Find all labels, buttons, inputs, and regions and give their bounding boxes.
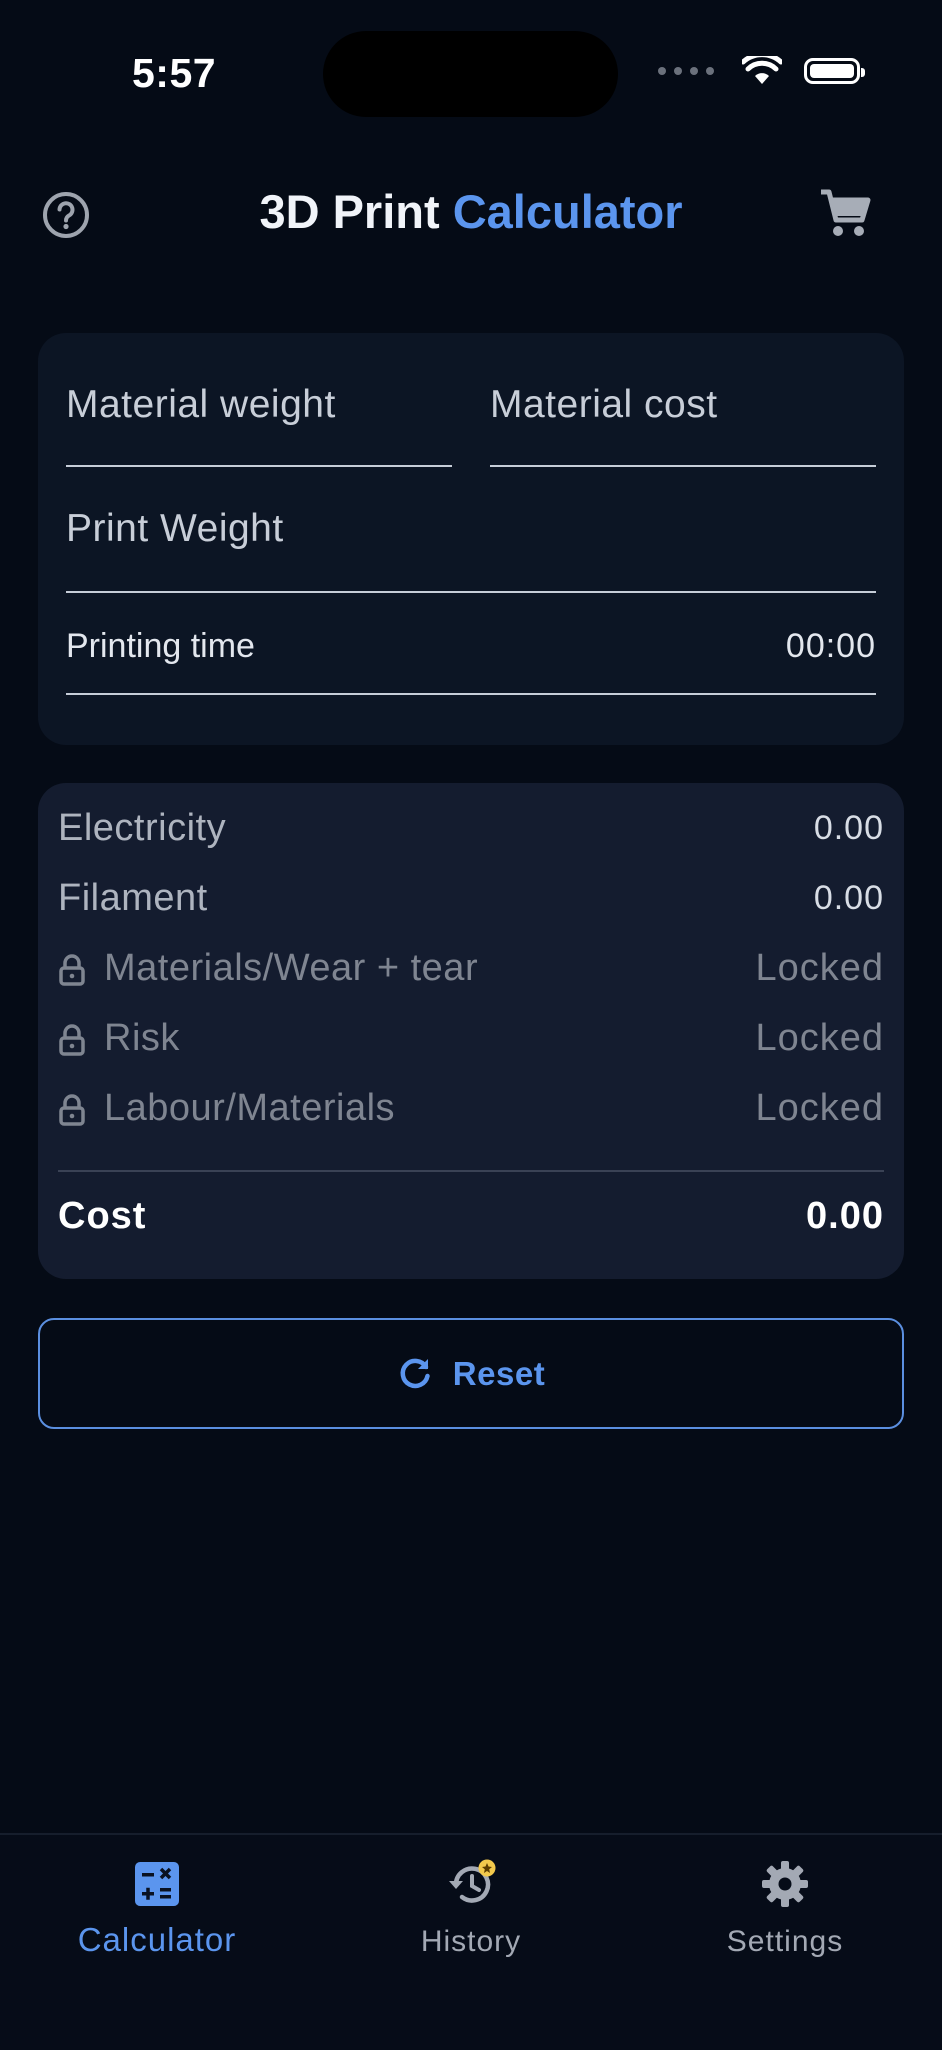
status-time: 5:57 xyxy=(132,50,217,96)
material-weight-label: Material weight xyxy=(66,383,336,426)
dynamic-island xyxy=(323,31,618,117)
status-indicators xyxy=(658,56,865,86)
cart-button[interactable] xyxy=(818,186,874,242)
breakdown-value: 0.00 xyxy=(813,879,884,917)
printing-time-picker[interactable]: Printing time 00:00 xyxy=(66,591,876,695)
breakdown-label: Risk xyxy=(104,1017,180,1059)
wifi-icon xyxy=(742,56,782,84)
tab-history[interactable]: History xyxy=(314,1835,628,1985)
lock-icon xyxy=(59,1024,85,1056)
material-weight-field[interactable]: Material weight xyxy=(66,333,452,467)
breakdown-label: Filament xyxy=(58,877,208,919)
breakdown-value: Locked xyxy=(755,1087,884,1129)
refresh-icon xyxy=(400,1358,430,1388)
tab-label: Calculator xyxy=(77,1921,237,1958)
tab-settings[interactable]: Settings xyxy=(628,1835,942,1985)
lock-icon xyxy=(59,954,85,986)
input-card: Material weight Material cost Print Weig… xyxy=(38,333,904,745)
tab-calculator[interactable]: Calculator xyxy=(0,1835,314,1985)
calculator-icon xyxy=(135,1862,179,1906)
tab-label: History xyxy=(420,1925,522,1958)
gear-icon xyxy=(762,1861,808,1907)
breakdown-value: 0.00 xyxy=(813,809,884,847)
breakdown-label: Electricity xyxy=(58,807,227,849)
battery-icon xyxy=(804,58,865,84)
breakdown-row-electricity: Electricity 0.00 xyxy=(58,807,884,857)
divider xyxy=(58,1170,884,1172)
material-cost-field[interactable]: Material cost xyxy=(490,333,876,467)
cost-breakdown-card: Electricity 0.00 Filament 0.00 Materials… xyxy=(38,783,904,1279)
total-cost-label: Cost xyxy=(58,1195,147,1237)
breakdown-row-labour[interactable]: Labour/Materials Locked xyxy=(58,1087,884,1137)
print-weight-field[interactable]: Print Weight xyxy=(66,465,876,593)
breakdown-row-risk[interactable]: Risk Locked xyxy=(58,1017,884,1067)
total-cost-value: 0.00 xyxy=(806,1195,884,1237)
breakdown-label: Labour/Materials xyxy=(104,1087,396,1129)
breakdown-row-wear-tear[interactable]: Materials/Wear + tear Locked xyxy=(58,947,884,997)
signal-dots-icon xyxy=(658,67,714,75)
material-cost-label: Material cost xyxy=(490,383,718,426)
tab-label: Settings xyxy=(726,1925,844,1958)
title-main: 3D Print xyxy=(259,185,453,238)
title-accent: Calculator xyxy=(452,185,683,238)
tab-bar: Calculator History Settings xyxy=(0,1833,942,2050)
reset-button[interactable]: Reset xyxy=(38,1318,904,1429)
history-icon xyxy=(449,1859,496,1903)
reset-label: Reset xyxy=(452,1354,546,1392)
breakdown-value: Locked xyxy=(755,947,884,989)
lock-icon xyxy=(59,1094,85,1126)
breakdown-row-filament: Filament 0.00 xyxy=(58,877,884,927)
printing-time-label: Printing time xyxy=(66,627,255,665)
breakdown-value: Locked xyxy=(755,1017,884,1059)
shopping-cart-icon xyxy=(821,189,871,236)
breakdown-label: Materials/Wear + tear xyxy=(104,947,479,989)
page-title: 3D Print Calculator xyxy=(0,184,942,239)
print-weight-label: Print Weight xyxy=(66,507,284,550)
printing-time-value: 00:00 xyxy=(785,627,876,665)
